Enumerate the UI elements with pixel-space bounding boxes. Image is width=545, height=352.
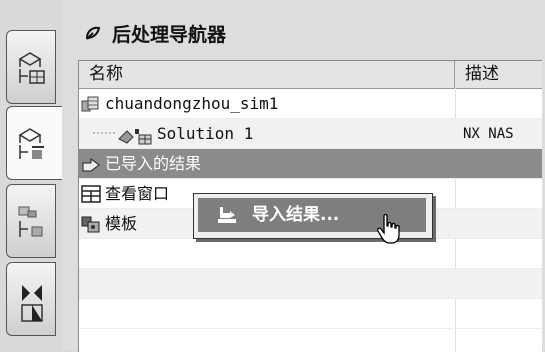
tab-constraint-navigator[interactable] — [6, 262, 56, 336]
tree-row-solution[interactable]: Solution 1 NX NAS — [79, 119, 542, 149]
imported-results-icon — [82, 158, 100, 172]
part-navigator-icon — [18, 52, 45, 84]
column-header-description[interactable]: 描述 — [455, 61, 542, 88]
tree-row-label: 模板 — [105, 214, 138, 233]
assembly-navigator-icon — [18, 206, 43, 237]
template-icon — [81, 216, 100, 233]
tree-row-label: 查看窗口 — [105, 184, 170, 203]
solution-icon — [118, 129, 152, 145]
tree-row-description — [463, 209, 542, 239]
constraint-navigator-icon — [21, 285, 43, 322]
tree-row-description — [463, 179, 542, 209]
tree-row-label: 已导入的结果 — [105, 154, 202, 173]
mouse-pointer-icon — [377, 213, 400, 244]
panel-title-text: 后处理导航器 — [112, 23, 227, 46]
tab-post-processing-navigator[interactable] — [6, 106, 62, 180]
tree-row-empty — [79, 239, 542, 269]
tree-row-description — [463, 89, 542, 119]
tab-assembly-navigator[interactable] — [6, 184, 56, 258]
simulation-file-icon — [81, 96, 99, 112]
tree-row-description: NX NAS — [463, 126, 514, 142]
tab-part-navigator[interactable] — [6, 30, 56, 104]
post-processing-navigator-panel: 后处理导航器 名称 描述 chuandongzhou_sim1 Solution… — [62, 0, 545, 352]
tree-row-label: Solution 1 — [157, 124, 254, 143]
tree-row-label: chuandongzhou_sim1 — [105, 94, 279, 113]
import-results-icon — [218, 207, 236, 223]
tree-row-imported-results[interactable]: 已导入的结果 — [79, 149, 542, 179]
tree-row-empty — [79, 269, 542, 299]
tree-connector-icon — [93, 132, 115, 134]
resource-bar — [0, 0, 63, 351]
table-header: 名称 描述 — [79, 61, 542, 89]
tree-row-sim-file[interactable]: chuandongzhou_sim1 — [79, 89, 542, 119]
column-header-name[interactable]: 名称 — [79, 61, 455, 88]
tree-row-empty — [79, 299, 542, 329]
panel-title: 后处理导航器 — [84, 18, 226, 48]
navigator-logo-icon — [85, 26, 101, 40]
menu-item-label: 导入结果... — [252, 205, 340, 225]
post-processing-navigator-icon — [18, 128, 44, 159]
viewport-icon — [81, 185, 101, 203]
tree-row-description — [463, 149, 542, 179]
